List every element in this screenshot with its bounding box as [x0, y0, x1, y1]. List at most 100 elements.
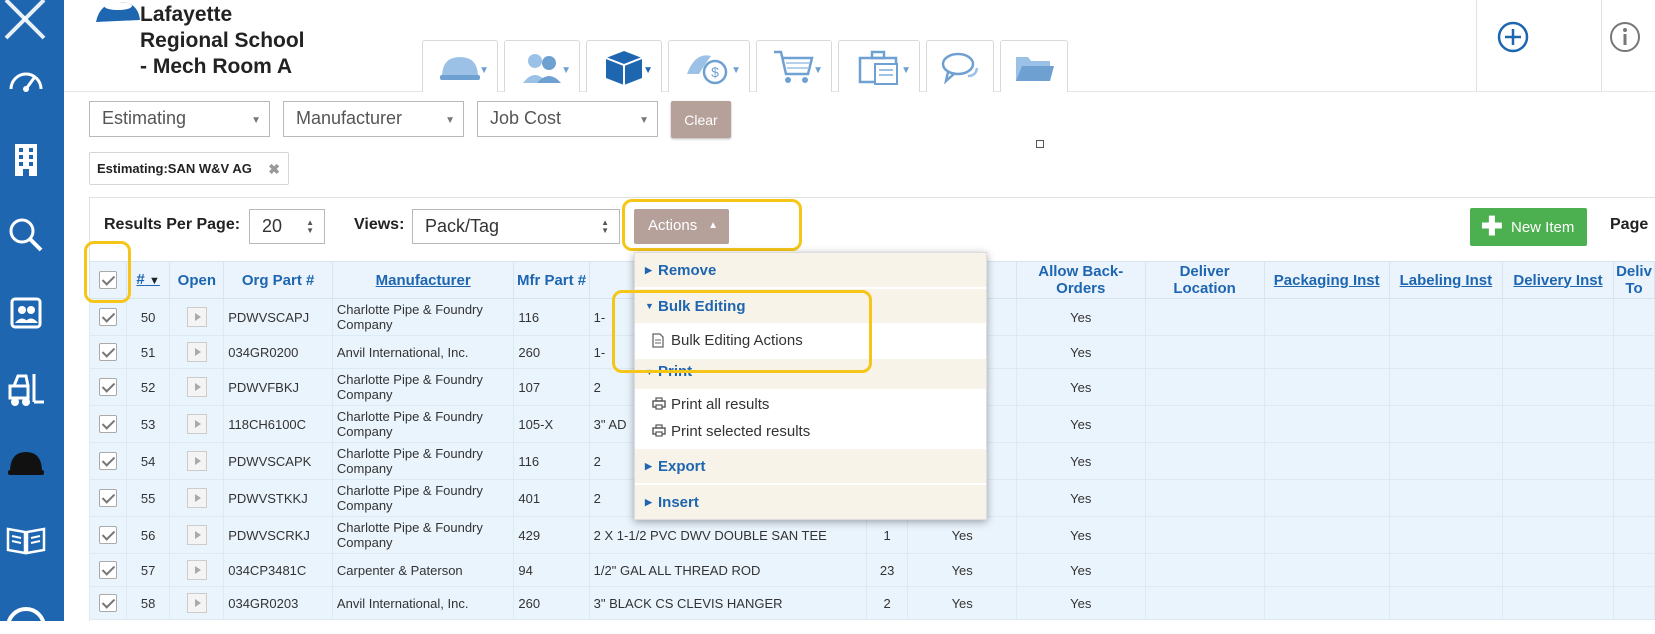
logo-circle-icon[interactable] — [6, 594, 46, 634]
table-row[interactable]: 58 034GR0203 Anvil International, Inc. 260 3… — [89, 586, 1655, 620]
tab-documents[interactable] — [1000, 40, 1068, 92]
building-icon[interactable] — [6, 140, 46, 180]
add-circle-icon[interactable] — [1497, 21, 1529, 53]
clear-button[interactable]: Clear — [671, 101, 731, 138]
contacts-icon[interactable] — [6, 293, 46, 333]
row-select-cell[interactable] — [89, 335, 127, 369]
row-deliv-to — [1613, 553, 1655, 587]
row-packaging-inst — [1263, 479, 1390, 517]
sort-desc-icon: ▼ — [148, 274, 160, 287]
menu-section-remove[interactable]: ▶ Remove — [635, 253, 986, 287]
tab-messages[interactable] — [926, 40, 994, 92]
tab-workforce[interactable]: ▼ — [504, 40, 580, 92]
row-manufacturer: Charlotte Pipe & Foundry Company — [331, 298, 515, 336]
row-delivery-inst — [1501, 405, 1615, 443]
row-checkbox[interactable] — [98, 415, 117, 433]
job-cost-filter-select[interactable]: Job Cost ▼ — [477, 101, 658, 137]
row-checkbox[interactable] — [98, 561, 117, 579]
hardhat-icon[interactable] — [6, 443, 46, 483]
row-open-cell[interactable] — [169, 516, 225, 554]
row-open-cell[interactable] — [169, 586, 225, 620]
manufacturer-filter-select[interactable]: Manufacturer ▼ — [283, 101, 464, 137]
open-row-button[interactable] — [186, 414, 207, 434]
spinner-icon: ▲ ▼ — [601, 218, 609, 235]
row-select-cell[interactable] — [89, 553, 127, 587]
row-open-cell[interactable] — [169, 368, 225, 406]
open-row-button[interactable] — [186, 307, 207, 327]
dashboard-icon[interactable] — [6, 60, 46, 100]
menu-item-print-all[interactable]: Print all results — [635, 391, 986, 418]
row-checkbox[interactable] — [98, 594, 117, 612]
tab-projects[interactable]: ▼ — [838, 40, 920, 92]
open-row-button[interactable] — [186, 525, 207, 545]
views-select[interactable]: Pack/Tag ▲ ▼ — [412, 209, 620, 244]
row-select-cell[interactable] — [89, 405, 127, 443]
filter-chip: Estimating: SAN W&V AG ✖ — [89, 152, 289, 185]
results-per-page-input[interactable]: 20 ▲ ▼ — [249, 209, 325, 244]
new-item-button[interactable]: ✚ New Item — [1470, 208, 1587, 246]
col-allow-back-orders: Allow Back-Orders — [1015, 261, 1146, 299]
row-checkbox[interactable] — [98, 489, 117, 507]
tab-finance[interactable]: $ ▼ — [668, 40, 750, 92]
col-number[interactable]: # ▼ — [125, 261, 171, 299]
info-icon[interactable] — [1609, 21, 1641, 53]
left-sidebar — [0, 0, 64, 628]
col-labeling-inst[interactable]: Labeling Inst — [1388, 261, 1503, 299]
open-row-button[interactable] — [186, 488, 207, 508]
col-manufacturer[interactable]: Manufacturer — [331, 261, 515, 299]
row-select-cell[interactable] — [89, 479, 127, 517]
close-icon[interactable] — [0, 0, 54, 42]
menu-section-insert[interactable]: ▶ Insert — [635, 485, 986, 519]
row-manufacturer: Charlotte Pipe & Foundry Company — [331, 442, 515, 480]
open-row-button[interactable] — [186, 377, 207, 397]
col-delivery-inst[interactable]: Delivery Inst — [1501, 261, 1615, 299]
hardhat-icon — [440, 56, 480, 80]
row-deliver-location — [1144, 516, 1265, 554]
row-open-cell[interactable] — [169, 298, 225, 336]
estimating-filter-select[interactable]: Estimating ▼ — [89, 101, 270, 137]
tab-purchasing[interactable]: ▼ — [756, 40, 832, 92]
row-select-cell[interactable] — [89, 586, 127, 620]
row-open-cell[interactable] — [169, 442, 225, 480]
remove-filter-icon[interactable]: ✖ — [268, 161, 280, 178]
open-row-button[interactable] — [186, 560, 207, 580]
row-deliv-to — [1613, 586, 1655, 620]
row-org-part: PDWVSCAPK — [223, 442, 333, 480]
search-icon[interactable] — [6, 215, 46, 255]
site-title-line-2: Regional School — [140, 29, 305, 52]
open-row-button[interactable] — [186, 342, 207, 362]
forklift-icon[interactable] — [6, 370, 46, 410]
row-checkbox[interactable] — [98, 343, 117, 361]
row-select-cell[interactable] — [89, 516, 127, 554]
row-open-cell[interactable] — [169, 405, 225, 443]
expand-icon[interactable] — [1036, 140, 1044, 148]
row-checkbox[interactable] — [98, 452, 117, 470]
book-icon[interactable] — [6, 520, 46, 560]
table-row[interactable]: 57 034CP3481C Carpenter & Paterson 94 1/2" G… — [89, 553, 1655, 587]
row-select-cell[interactable] — [89, 368, 127, 406]
row-description: 2 X 1-1/2 PVC DWV DOUBLE SAN TEE — [588, 516, 867, 554]
open-row-button[interactable] — [186, 593, 207, 613]
tab-safety[interactable]: ▼ — [422, 40, 498, 92]
row-checkbox[interactable] — [98, 308, 117, 326]
col-deliver-location: Deliver Location — [1144, 261, 1265, 299]
row-qty: 1 — [865, 516, 909, 554]
row-delivery-inst — [1501, 479, 1615, 517]
col-org-part: Org Part # — [223, 261, 333, 299]
table-row[interactable]: 56 PDWVSCRKJ Charlotte Pipe & Foundry Comp… — [89, 516, 1655, 554]
row-labeling-inst — [1388, 368, 1503, 406]
col-packaging-inst[interactable]: Packaging Inst — [1263, 261, 1390, 299]
row-open-cell[interactable] — [169, 553, 225, 587]
row-open-cell[interactable] — [169, 335, 225, 369]
row-select-cell[interactable] — [89, 298, 127, 336]
row-labeling-inst — [1388, 586, 1503, 620]
menu-section-export[interactable]: ▶ Export — [635, 449, 986, 483]
row-checkbox[interactable] — [98, 526, 117, 544]
row-select-cell[interactable] — [89, 442, 127, 480]
tab-materials[interactable]: ▼ — [586, 40, 662, 92]
row-number: 58 — [125, 586, 171, 620]
row-checkbox[interactable] — [98, 378, 117, 396]
menu-item-print-selected[interactable]: Print selected results — [635, 418, 986, 445]
row-open-cell[interactable] — [169, 479, 225, 517]
open-row-button[interactable] — [186, 451, 207, 471]
